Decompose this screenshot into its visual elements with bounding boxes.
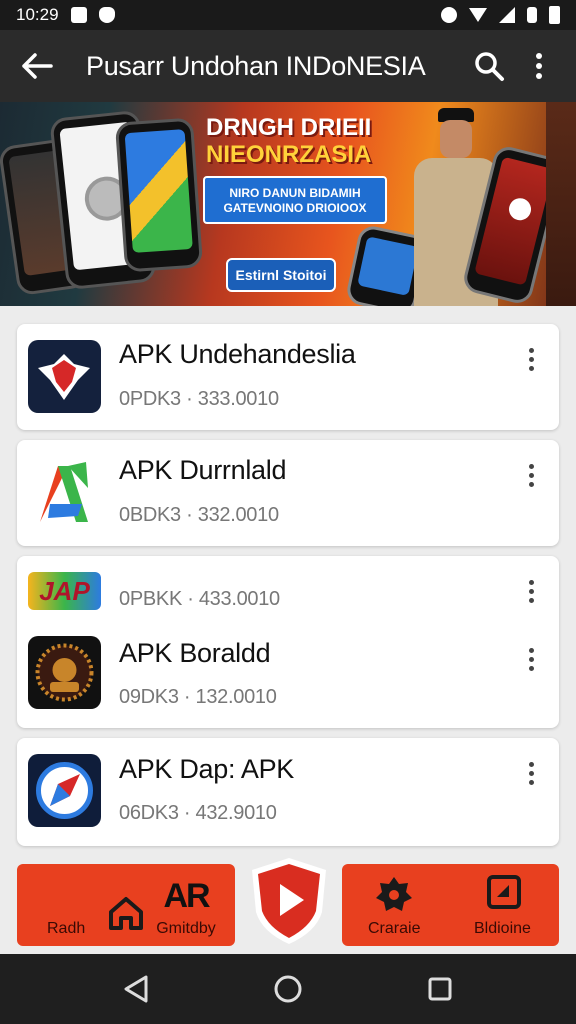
play-shield-icon bbox=[252, 858, 326, 944]
system-nav-bar bbox=[0, 954, 576, 1024]
battery-icon bbox=[549, 6, 560, 24]
banner-headline-1: DRNGH DRIEII bbox=[206, 114, 372, 141]
list-item[interactable]: APK Boraldd 09DK3 · 132.0010 bbox=[17, 624, 559, 728]
jap-logo-icon: JAP bbox=[28, 572, 101, 610]
search-icon bbox=[475, 52, 504, 81]
tab-craraie-label: Craraie bbox=[368, 920, 421, 937]
app-meta: 09DK3 · 132.0010 bbox=[119, 686, 277, 708]
app-name: APK Dap: APK bbox=[119, 754, 294, 784]
nav-home-button[interactable] bbox=[258, 959, 318, 1019]
shield-notification-icon bbox=[98, 7, 115, 23]
item-menu-button[interactable] bbox=[517, 342, 545, 376]
status-bar: 10:29 bbox=[0, 0, 576, 30]
play-fab-button[interactable] bbox=[250, 856, 328, 946]
search-button[interactable] bbox=[464, 41, 514, 91]
list-item[interactable]: JAP 0PBKK · 433.0010 bbox=[17, 556, 559, 624]
overflow-menu-button[interactable] bbox=[514, 41, 564, 91]
tab-gmitdby[interactable]: AR Gmitdby bbox=[137, 864, 235, 946]
list-group-card: JAP 0PBKK · 433.0010 APK Boraldd 09DK3 ·… bbox=[17, 556, 559, 728]
banner-cta-button[interactable]: Estirnl Stoitoi bbox=[226, 258, 336, 292]
sim-icon bbox=[527, 7, 537, 23]
gear-badge-icon bbox=[376, 877, 412, 911]
app-meta: 0BDK3 · 332.0010 bbox=[119, 504, 279, 526]
promo-banner[interactable]: DRNGH DRIEII NIEONRZASIA NIRO DANUN BIDA… bbox=[0, 102, 576, 306]
app-meta: 0PBKK · 433.0010 bbox=[119, 588, 280, 610]
nav-recents-button[interactable] bbox=[410, 959, 470, 1019]
square-recents-icon bbox=[428, 977, 452, 1001]
compass-icon bbox=[28, 754, 101, 827]
app-name: APK Undehandeslia bbox=[119, 339, 356, 369]
ar-icon: AR bbox=[163, 877, 210, 915]
banner-headline-2: NIEONRZASIA bbox=[206, 141, 372, 168]
triangle-back-icon bbox=[124, 975, 148, 1003]
app-name: APK Durrnlald bbox=[119, 455, 287, 485]
bookshelf-decoration bbox=[546, 102, 576, 306]
wifi-icon bbox=[469, 8, 487, 22]
tablet-icon bbox=[487, 875, 521, 909]
tab-gmitdby-label: Gmitdby bbox=[156, 920, 216, 937]
circle-home-icon bbox=[274, 975, 302, 1003]
item-menu-button[interactable] bbox=[517, 756, 545, 790]
notification-icon bbox=[70, 7, 87, 23]
shield-wings-icon bbox=[28, 340, 101, 413]
app-bar: Pusarr Undohan INDoNESIA bbox=[0, 30, 576, 102]
nav-back-button[interactable] bbox=[106, 959, 166, 1019]
tab-home[interactable]: Radh AR Gmitdby bbox=[17, 864, 235, 946]
banner-subtext-box: NIRO DANUN BIDAMIH GATEVNOINO DRIOIOOX bbox=[203, 176, 387, 224]
status-time: 10:29 bbox=[16, 5, 59, 24]
page-title: Pusarr Undohan INDoNESIA bbox=[86, 50, 426, 81]
banner-subtext-1: NIRO DANUN BIDAMIH bbox=[229, 186, 361, 200]
app-name: APK Boraldd bbox=[119, 638, 271, 668]
banner-headline: DRNGH DRIEII NIEONRZASIA bbox=[206, 114, 396, 168]
tab-bldioine-label[interactable]: Bldioine bbox=[474, 920, 531, 938]
emblem-icon bbox=[28, 636, 101, 709]
app-meta: 06DK3 · 432.9010 bbox=[119, 802, 277, 824]
back-button[interactable] bbox=[12, 41, 62, 91]
phone-illustration bbox=[114, 117, 204, 273]
item-menu-button[interactable] bbox=[517, 458, 545, 492]
item-menu-button[interactable] bbox=[517, 642, 545, 676]
arrow-left-icon bbox=[22, 53, 53, 79]
colorful-a-icon bbox=[28, 456, 101, 529]
item-menu-button[interactable] bbox=[517, 574, 545, 608]
app-meta: 0PDK3 · 333.0010 bbox=[119, 388, 279, 410]
list-item[interactable]: APK Undehandeslia 0PDK3 · 333.0010 bbox=[17, 324, 559, 430]
tab-craraie[interactable]: Craraie Bldioine bbox=[342, 864, 559, 946]
tab-home-label: Radh bbox=[47, 920, 86, 937]
settings-status-icon bbox=[441, 7, 457, 23]
signal-icon bbox=[499, 7, 515, 23]
list-item[interactable]: APK Durrnlald 0BDK3 · 332.0010 bbox=[17, 440, 559, 546]
more-vert-icon bbox=[536, 53, 542, 79]
bottom-tab-bar: Radh AR Gmitdby Craraie Bldioine bbox=[0, 858, 576, 954]
list-item[interactable]: APK Dap: APK 06DK3 · 432.9010 bbox=[17, 738, 559, 846]
banner-subtext-2: GATEVNOINO DRIOIOOX bbox=[223, 201, 367, 215]
